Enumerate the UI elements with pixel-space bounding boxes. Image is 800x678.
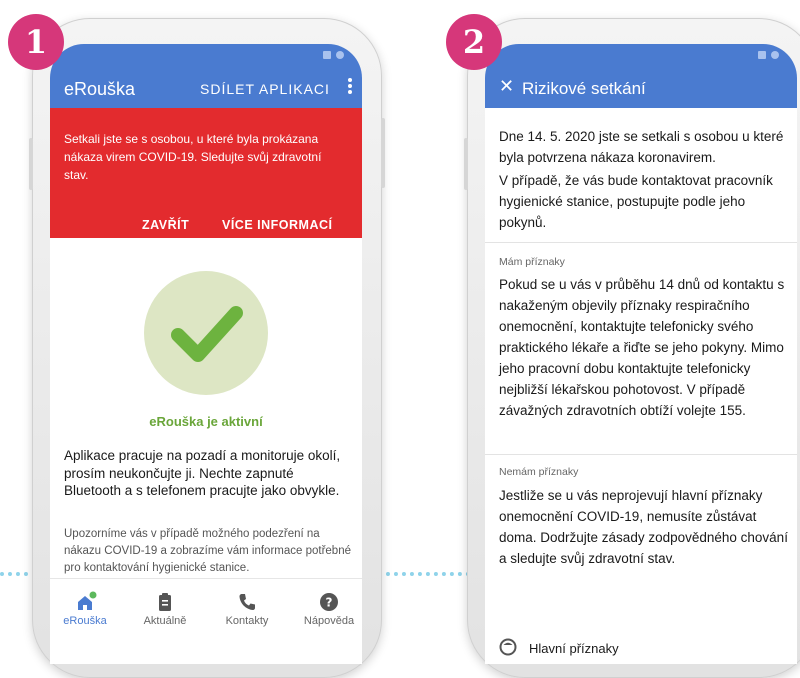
- nav-item-kontakty[interactable]: Kontakty: [212, 591, 282, 627]
- svg-text:?: ?: [326, 596, 333, 610]
- nav-item-aktualne[interactable]: Aktuálně: [130, 591, 200, 627]
- volume-button: [464, 138, 468, 190]
- phone-mockup-1: eRouška SDÍLET APLIKACI Setkali jste se …: [29, 18, 385, 678]
- hygiene-contact-text: V případě, že vás bude kontaktovat praco…: [499, 173, 773, 230]
- screen-home: eRouška SDÍLET APLIKACI Setkali jste se …: [50, 44, 362, 664]
- step-badge-2: 2: [446, 14, 502, 70]
- section-label-symptoms: Mám příznaky: [499, 256, 565, 268]
- app-description: Aplikace pracuje na pozadí a monitoruje …: [64, 448, 341, 498]
- dotted-connector-middle: [370, 572, 470, 576]
- more-menu-icon[interactable]: [348, 78, 352, 94]
- encounter-date-text: Dne 14. 5. 2020 jste se setkali s osobou…: [499, 129, 784, 165]
- home-icon: [50, 591, 120, 613]
- screen-risk-encounter: ✕ Rizikové setkání Dne 14. 5. 2020 jste …: [485, 44, 797, 664]
- help-icon: ?: [294, 591, 362, 613]
- page-title: Rizikové setkání: [522, 79, 646, 98]
- signal-icon: [758, 51, 766, 59]
- nav-label: eRouška: [63, 615, 107, 627]
- status-active-label: eRouška je aktivní: [149, 414, 263, 429]
- share-app-button[interactable]: SDÍLET APLIKACI: [200, 81, 330, 97]
- signal-icon: [323, 51, 331, 59]
- symptoms-text: Pokud se u vás v průběhu 14 dnů od konta…: [499, 277, 785, 418]
- nav-item-napoveda[interactable]: ? Nápověda: [294, 591, 362, 627]
- more-info-button[interactable]: VÍCE INFORMACÍ: [222, 218, 332, 232]
- notification-info: Upozorníme vás v případě možného podezře…: [64, 528, 351, 574]
- dotted-connector-left: [0, 572, 36, 576]
- active-check-icon: [144, 271, 268, 395]
- main-symptoms-row[interactable]: Hlavní příznaky: [499, 638, 619, 659]
- phone-mockup-2: ✕ Rizikové setkání Dne 14. 5. 2020 jste …: [464, 18, 800, 678]
- bottom-navigation: eRouška Aktuálně Kontakty ? Nápověda: [50, 578, 362, 664]
- app-bar: eRouška SDÍLET APLIKACI: [50, 44, 362, 108]
- app-bar: ✕ Rizikové setkání: [485, 44, 797, 108]
- exposure-alert-banner: Setkali jste se s osobou, u které byla p…: [50, 108, 362, 238]
- divider: [485, 242, 797, 243]
- nav-label: Aktuálně: [143, 615, 187, 627]
- main-symptoms-label: Hlavní příznaky: [529, 641, 619, 656]
- step-badge-1: 1: [8, 14, 64, 70]
- phone-icon: [212, 591, 282, 613]
- status-icons: [323, 51, 344, 59]
- clipboard-icon: [130, 591, 200, 613]
- status-icons: [758, 51, 779, 59]
- nav-item-erouska[interactable]: eRouška: [50, 591, 120, 627]
- battery-icon: [771, 51, 779, 59]
- volume-button: [29, 138, 33, 190]
- divider: [485, 454, 797, 455]
- battery-icon: [336, 51, 344, 59]
- close-alert-button[interactable]: ZAVŘÍT: [142, 218, 189, 232]
- face-icon: [499, 638, 517, 659]
- nav-label: Kontakty: [225, 615, 269, 627]
- alert-message: Setkali jste se s osobou, u které byla p…: [64, 132, 322, 182]
- close-icon[interactable]: ✕: [499, 76, 514, 97]
- no-symptoms-text: Jestliže se u vás neprojevují hlavní pří…: [499, 488, 788, 566]
- power-button: [381, 118, 385, 188]
- nav-label: Nápověda: [303, 615, 355, 627]
- app-title: eRouška: [64, 79, 136, 99]
- section-label-no-symptoms: Nemám příznaky: [499, 466, 579, 478]
